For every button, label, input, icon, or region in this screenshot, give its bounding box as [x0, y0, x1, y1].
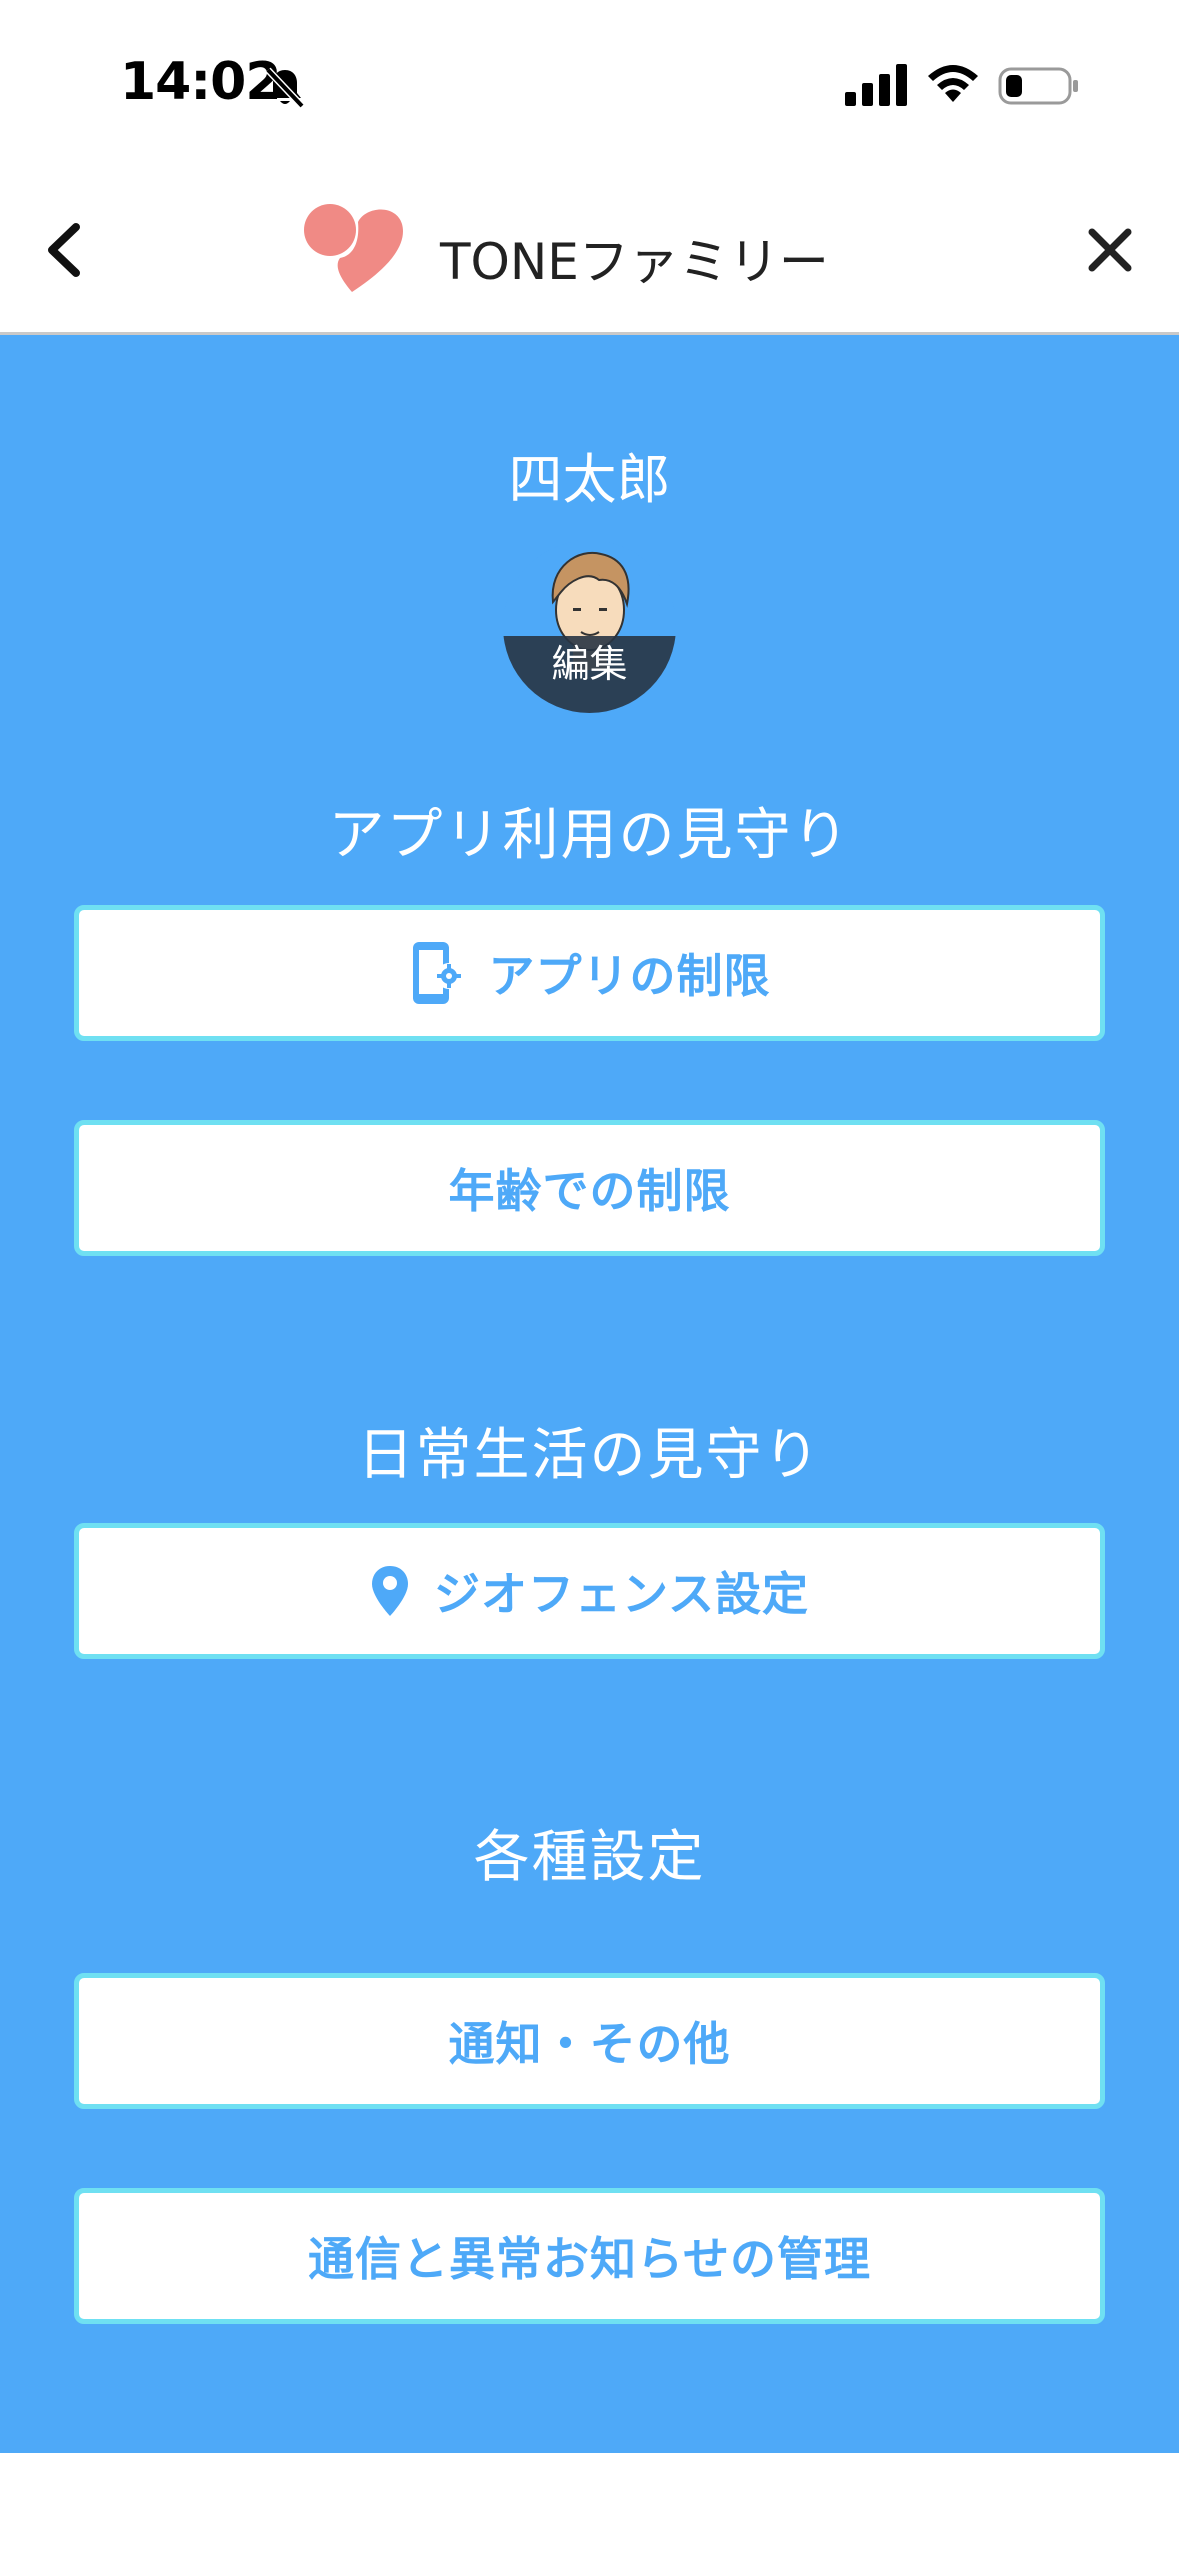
age-limit-label: 年齢での制限 — [448, 1164, 731, 1218]
status-time: 14:02 — [120, 52, 282, 112]
notifications-button[interactable]: 通知・その他 — [74, 1973, 1105, 2109]
main-panel: 四太郎 編集 アプリ利用の見守り アプリの制限 年齢での制限 日常生活の見守り … — [0, 335, 1179, 2453]
nav-header: TONEファミリー — [0, 170, 1179, 335]
cellular-signal-icon — [845, 64, 907, 106]
section-title-daily-life: 日常生活の見守り — [357, 1423, 822, 1488]
close-icon[interactable] — [1082, 222, 1138, 278]
chevron-left-icon[interactable] — [38, 215, 88, 285]
connection-management-button[interactable]: 通信と異常お知らせの管理 — [74, 2188, 1105, 2324]
phone-gear-icon — [412, 942, 462, 1004]
geofence-label: ジオフェンス設定 — [433, 1567, 810, 1621]
map-pin-icon — [371, 1566, 408, 1616]
geofence-button[interactable]: ジオフェンス設定 — [74, 1523, 1105, 1659]
wifi-icon — [928, 65, 978, 102]
user-name: 四太郎 — [508, 448, 671, 511]
app-limit-button[interactable]: アプリの制限 — [74, 905, 1105, 1041]
battery-icon — [998, 67, 1078, 105]
section-title-settings: 各種設定 — [473, 1825, 706, 1890]
page-title: TONEファミリー — [440, 233, 829, 291]
bell-slash-icon — [265, 67, 305, 109]
app-limit-label: アプリの制限 — [488, 949, 771, 1003]
age-limit-button[interactable]: 年齢での制限 — [74, 1120, 1105, 1256]
section-title-app-usage: アプリ利用の見守り — [328, 803, 851, 868]
avatar[interactable]: 編集 — [503, 540, 676, 713]
connection-management-label: 通信と異常お知らせの管理 — [307, 2232, 872, 2286]
status-bar: 14:02 — [0, 0, 1179, 170]
tone-heart-logo — [304, 204, 403, 292]
avatar-edit-label[interactable]: 編集 — [503, 636, 676, 713]
notifications-label: 通知・その他 — [448, 2017, 731, 2071]
